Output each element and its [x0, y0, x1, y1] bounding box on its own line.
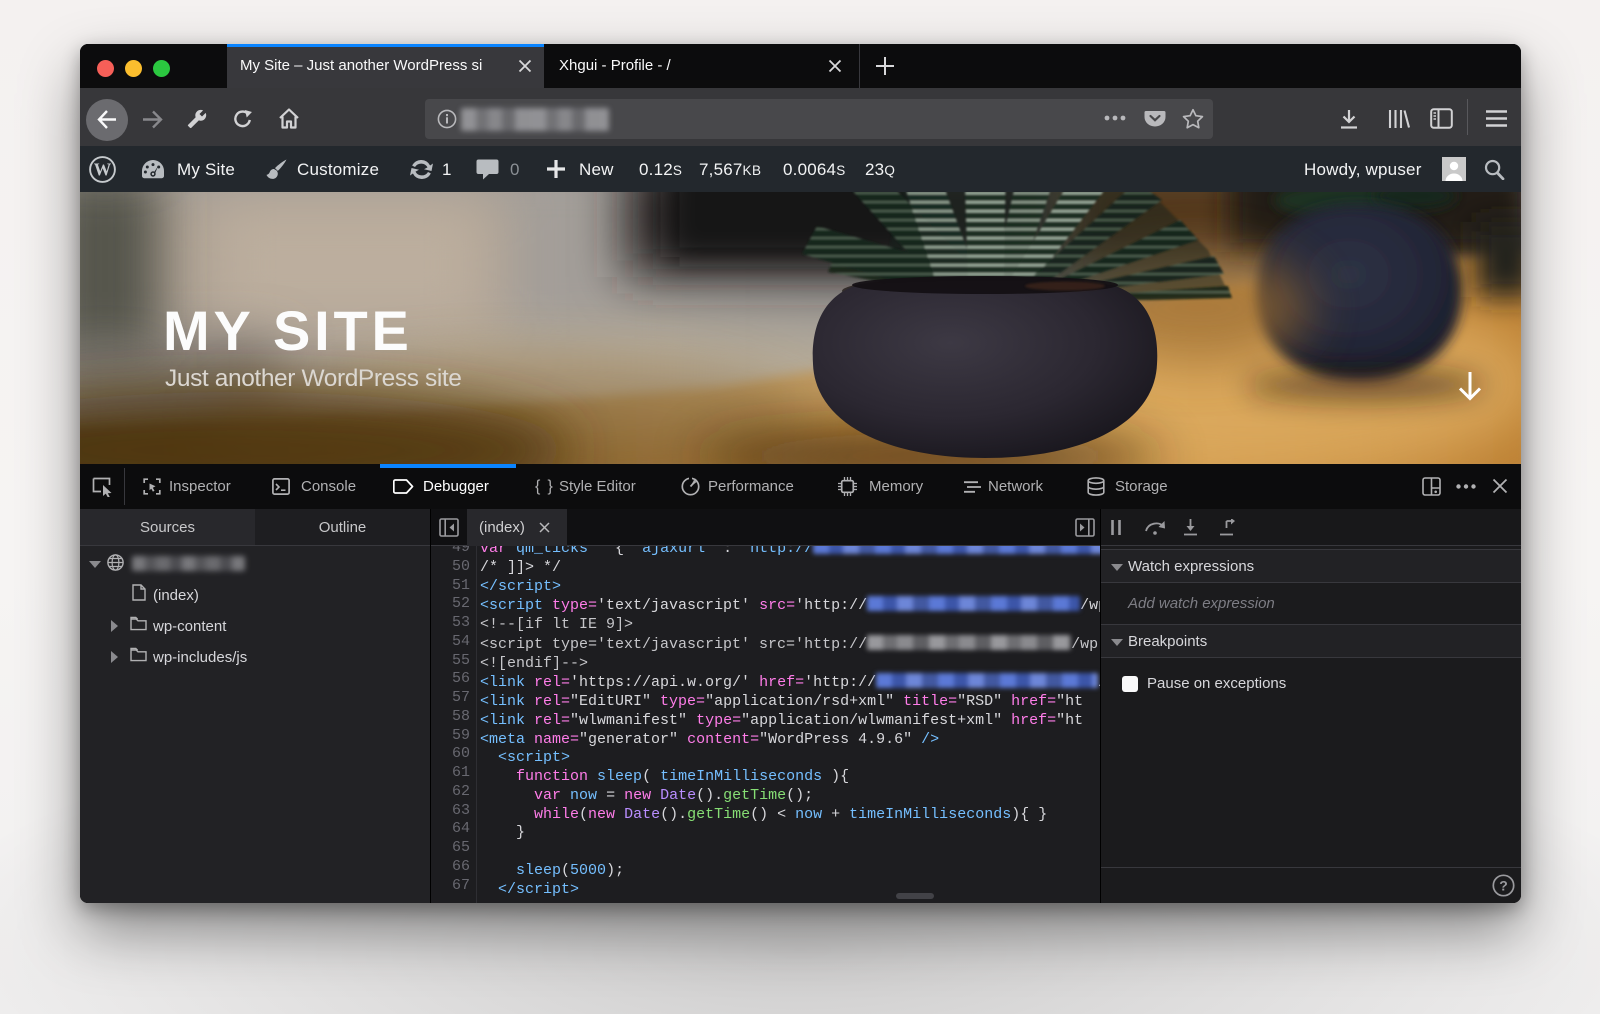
- svg-text:?: ?: [1499, 877, 1508, 893]
- svg-text:W: W: [94, 160, 112, 180]
